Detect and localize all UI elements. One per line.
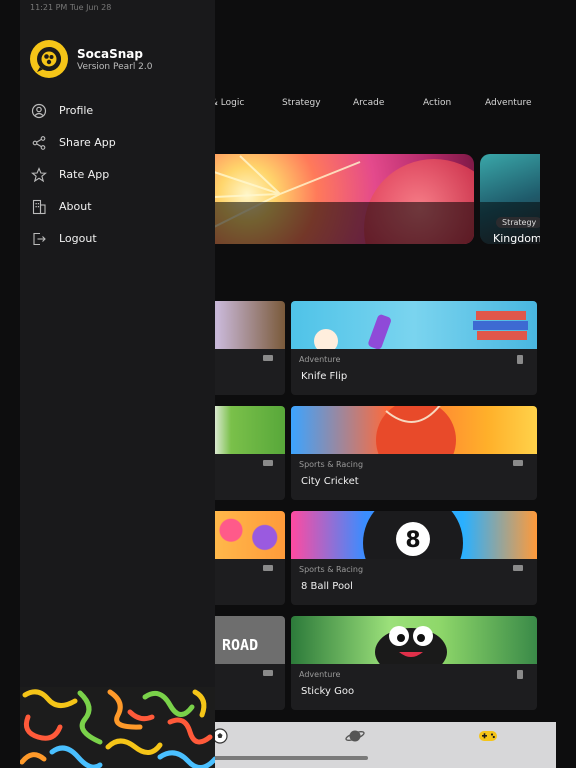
game-category: Adventure: [299, 355, 341, 364]
badge-icon: [517, 355, 523, 364]
game-category: Adventure: [299, 670, 341, 679]
svg-text:8: 8: [405, 528, 420, 553]
side-drawer: 11:21 PM Tue Jun 28 SocaSnap Version Pea…: [20, 0, 215, 768]
home-indicator: [208, 756, 368, 760]
game-thumbnail: 8: [291, 511, 537, 593]
gamepad-icon[interactable]: [478, 728, 498, 744]
tab-arcade[interactable]: Arcade: [353, 98, 384, 108]
badge-icon: [513, 565, 523, 571]
planet-icon[interactable]: [345, 728, 365, 744]
profile-icon: [31, 103, 47, 119]
tab-strategy[interactable]: Strategy: [282, 98, 321, 108]
game-card-knife-flip[interactable]: Adventure Knife Flip: [291, 301, 537, 395]
app-name: SocaSnap: [77, 47, 143, 61]
status-bar-time: 11:21 PM Tue Jun 28: [30, 3, 112, 12]
badge-icon: [263, 460, 273, 466]
menu-item-profile[interactable]: Profile: [20, 98, 215, 126]
category-tabs: le & Logic Strategy Arcade Action Advent…: [200, 98, 556, 114]
badge-icon: [263, 670, 273, 676]
badge-icon: [517, 670, 523, 679]
featured-banner-kingdom[interactable]: Strategy Kingdom: [480, 154, 540, 244]
logout-icon: [33, 232, 46, 246]
badge-icon: [263, 355, 273, 361]
badge-icon: [513, 460, 523, 466]
app-version: Version Pearl 2.0: [77, 62, 153, 72]
menu-item-label: Logout: [59, 232, 97, 245]
featured-title: Kingdom: [493, 232, 540, 244]
game-category: Sports & Racing: [299, 565, 364, 574]
tab-action[interactable]: Action: [423, 98, 451, 108]
cricket-ball-art: [376, 406, 456, 480]
game-card-sticky-goo[interactable]: Adventure Sticky Goo: [291, 616, 537, 710]
menu-item-logout[interactable]: Logout: [20, 226, 215, 254]
app-screen: le & Logic Strategy Arcade Action Advent…: [0, 0, 576, 768]
game-thumbnail: [291, 406, 537, 480]
road-logo-text: ROAD: [222, 636, 259, 654]
app-logo: [30, 40, 68, 78]
menu-item-label: Share App: [59, 136, 116, 149]
game-thumbnail: [291, 301, 537, 353]
knife-flip-art: [314, 311, 528, 353]
share-icon: [32, 136, 46, 150]
game-thumbnail: [291, 616, 537, 676]
game-title: Knife Flip: [301, 371, 348, 382]
star-icon: [31, 167, 47, 183]
menu-item-label: Profile: [59, 104, 94, 117]
game-title: City Cricket: [301, 476, 359, 487]
game-category: Sports & Racing: [299, 460, 364, 469]
game-card-city-cricket[interactable]: Sports & Racing City Cricket: [291, 406, 537, 500]
building-icon: [32, 199, 46, 215]
menu-item-share-app[interactable]: Share App: [20, 130, 215, 158]
decorative-pattern: [20, 687, 215, 768]
game-title: Sticky Goo: [301, 686, 355, 697]
sticky-goo-art: [375, 626, 447, 676]
eight-ball-art: 8: [363, 511, 463, 593]
menu-item-about[interactable]: About: [20, 194, 215, 222]
featured-category-badge: Strategy: [496, 217, 540, 228]
menu-item-label: Rate App: [59, 168, 110, 181]
tab-adventure[interactable]: Adventure: [485, 98, 532, 108]
game-title: 8 Ball Pool: [301, 581, 353, 592]
soca-ball-logo-icon: [37, 47, 61, 72]
menu-item-rate-app[interactable]: Rate App: [20, 162, 215, 190]
game-card-8-ball-pool[interactable]: 8 Sports & Racing 8 Ball Pool: [291, 511, 537, 605]
badge-icon: [263, 565, 273, 571]
menu-item-label: About: [59, 200, 92, 213]
